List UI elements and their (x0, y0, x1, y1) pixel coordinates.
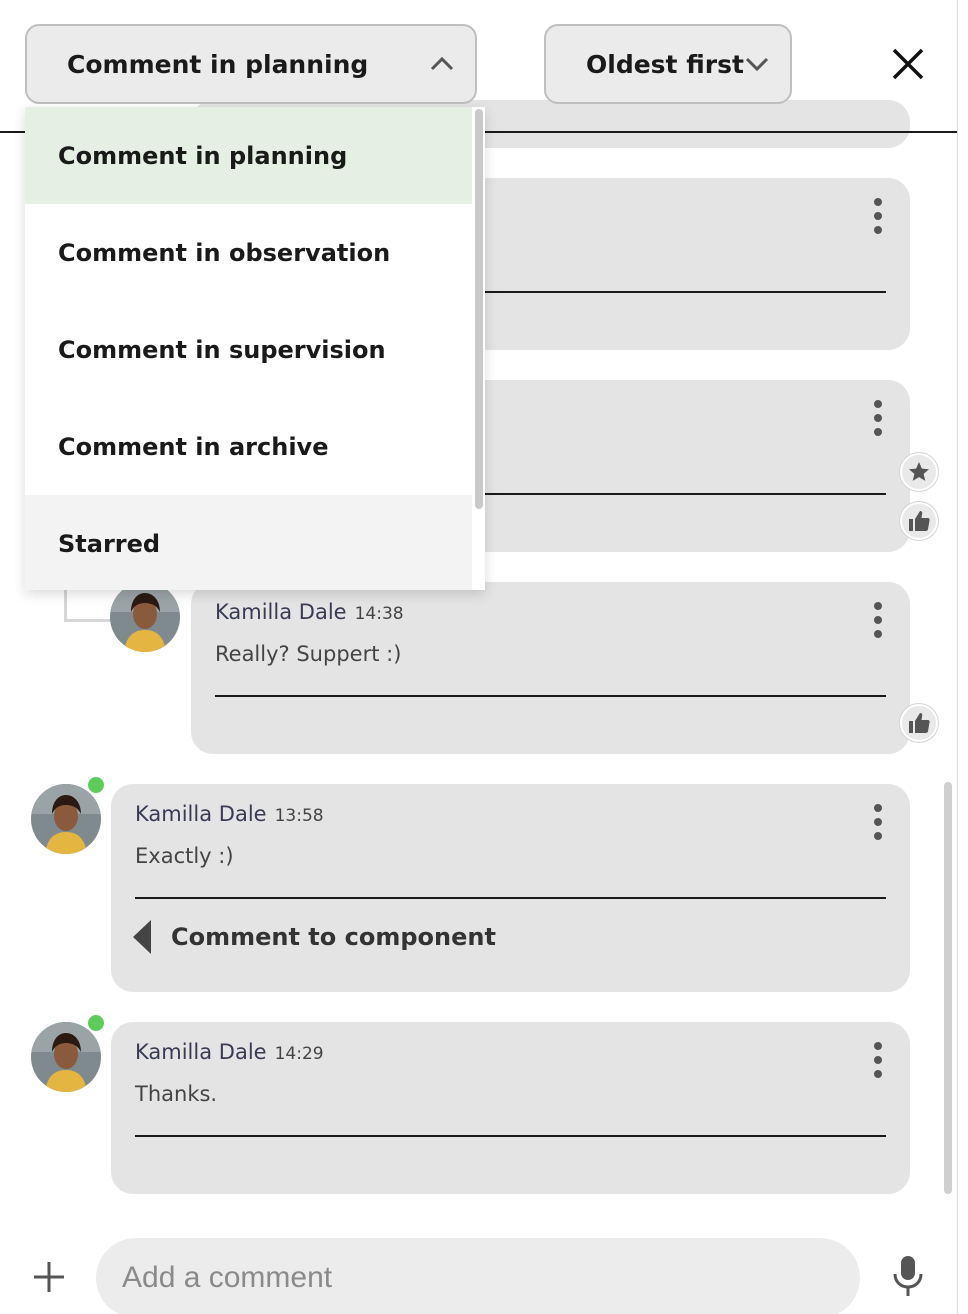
divider (135, 1135, 886, 1137)
comment-author: Kamilla Dale 14:29 (135, 1040, 324, 1064)
avatar (31, 1022, 101, 1092)
thread-connector (64, 585, 114, 622)
dropdown-scrollbar-thumb[interactable] (475, 109, 483, 509)
more-options-icon[interactable] (868, 196, 888, 236)
filter-select-label: Comment in planning (67, 49, 369, 79)
more-options-icon[interactable] (868, 398, 888, 438)
comment-time: 13:58 (274, 806, 324, 826)
add-comment-input[interactable] (96, 1238, 860, 1314)
triangle-left-icon (133, 920, 151, 954)
comment-text: Exactly :) (135, 844, 234, 868)
plus-icon[interactable] (30, 1258, 68, 1296)
more-options-icon[interactable] (868, 802, 888, 842)
comment-time: 14:38 (354, 604, 404, 624)
more-options-icon[interactable] (868, 600, 888, 640)
more-options-icon[interactable] (868, 1040, 888, 1080)
avatar (110, 582, 180, 652)
divider (135, 897, 886, 899)
sort-select-label: Oldest first (586, 49, 744, 79)
filter-option-starred[interactable]: Starred (25, 495, 472, 590)
close-icon[interactable] (886, 42, 930, 86)
divider (215, 695, 886, 697)
microphone-icon[interactable] (890, 1254, 926, 1298)
comment-reference-link[interactable]: Comment to component (133, 920, 496, 954)
dropdown-scrollbar[interactable] (473, 107, 485, 590)
chevron-down-icon (745, 57, 769, 72)
online-status-dot (86, 1013, 106, 1033)
avatar (31, 784, 101, 854)
thumbs-up-icon[interactable] (900, 704, 938, 742)
comment-time: 14:29 (274, 1044, 324, 1064)
comment-card: Kamilla Dale 13:58 Exactly :) Comment to … (111, 784, 910, 992)
thumbs-up-icon[interactable] (900, 502, 938, 540)
filter-select[interactable]: Comment in planning (25, 24, 477, 104)
comment-card: Kamilla Dale 14:29 Thanks. (111, 1022, 910, 1194)
comment-author: Kamilla Dale 13:58 (135, 802, 324, 826)
comment-text: Really? Suppert :) (215, 642, 402, 666)
comments-panel: Kamilla Dale 14:38 Really? Suppert :) Kam… (0, 0, 958, 1314)
sort-select[interactable]: Oldest first (544, 24, 792, 104)
chevron-up-icon (430, 56, 454, 71)
filter-dropdown-menu: Comment in planning Comment in observati… (25, 107, 485, 590)
filter-option-observation[interactable]: Comment in observation (25, 204, 472, 301)
comment-text: Thanks. (135, 1082, 218, 1106)
comments-scrollbar[interactable] (944, 782, 952, 1194)
filter-option-supervision[interactable]: Comment in supervision (25, 301, 472, 398)
filter-option-archive[interactable]: Comment in archive (25, 398, 472, 495)
comment-card: Kamilla Dale 14:38 Really? Suppert :) (191, 582, 910, 754)
filter-option-planning[interactable]: Comment in planning (25, 107, 472, 204)
comment-author: Kamilla Dale 14:38 (215, 600, 404, 624)
star-icon[interactable] (900, 453, 938, 491)
online-status-dot (86, 775, 106, 795)
